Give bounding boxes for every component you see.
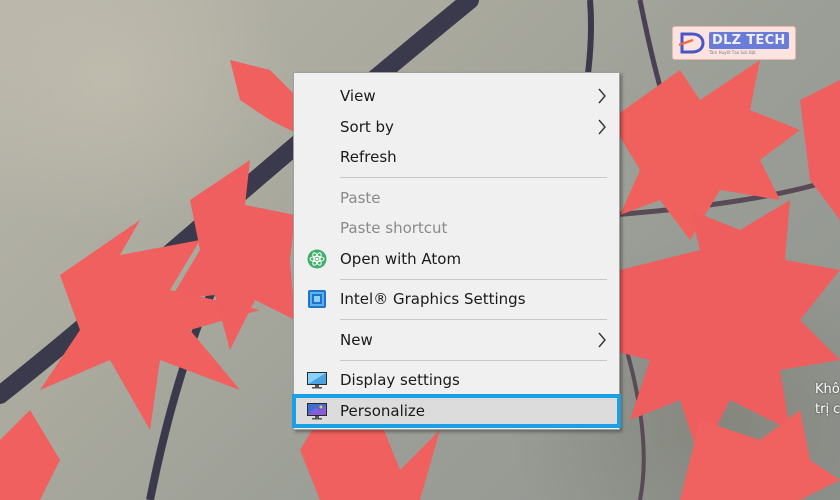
- desktop-background[interactable]: DLZ TECH Tâm Huyết Tạo Sức Bật Khô trị c…: [0, 0, 840, 500]
- dlz-tech-logo: DLZ TECH Tâm Huyết Tạo Sức Bật: [672, 26, 796, 60]
- menu-item-new[interactable]: New: [294, 325, 619, 356]
- menu-item-view[interactable]: View: [294, 81, 619, 112]
- chevron-right-icon: [598, 88, 606, 104]
- desktop-context-menu: View Sort by Refresh Paste Paste shortcu…: [292, 72, 621, 430]
- chevron-right-icon: [598, 119, 606, 134]
- atom-icon: [306, 249, 328, 269]
- menu-item-label: Intel® Graphics Settings: [340, 290, 526, 309]
- menu-item-paste-shortcut[interactable]: Paste shortcut: [294, 213, 619, 244]
- menu-item-label: New: [340, 330, 373, 349]
- side-text-line: trị c: [815, 402, 840, 417]
- menu-item-label: Display settings: [340, 371, 460, 390]
- menu-item-paste[interactable]: Paste: [294, 183, 619, 214]
- side-text-line: Khô: [815, 382, 840, 397]
- menu-item-personalize[interactable]: Personalize: [292, 393, 621, 428]
- menu-item-refresh[interactable]: Refresh: [294, 142, 619, 173]
- menu-item-sort-by[interactable]: Sort by: [294, 112, 619, 143]
- menu-item-label: Paste: [340, 188, 381, 207]
- menu-item-label: View: [340, 87, 376, 106]
- intel-graphics-icon: [306, 289, 328, 309]
- menu-separator: [340, 319, 607, 320]
- menu-item-label: Open with Atom: [340, 249, 462, 268]
- menu-item-label: Personalize: [340, 401, 426, 420]
- menu-item-label: Paste shortcut: [340, 219, 448, 238]
- menu-item-label: Refresh: [340, 148, 397, 167]
- menu-item-intel-graphics-settings[interactable]: Intel® Graphics Settings: [294, 284, 619, 315]
- cropped-side-text: Khô trị c: [815, 380, 840, 420]
- personalize-icon: [306, 401, 328, 421]
- display-icon: [306, 370, 328, 390]
- menu-separator: [340, 177, 607, 178]
- menu-separator: [340, 359, 607, 361]
- menu-item-open-with-atom[interactable]: Open with Atom: [294, 244, 619, 275]
- menu-separator: [340, 278, 607, 280]
- logo-name: DLZ TECH: [709, 31, 789, 49]
- chevron-right-icon: [598, 332, 606, 347]
- logo-mark-icon: [679, 32, 705, 54]
- menu-item-display-settings[interactable]: Display settings: [294, 365, 619, 396]
- logo-tagline: Tâm Huyết Tạo Sức Bật: [709, 49, 756, 55]
- menu-item-label: Sort by: [340, 117, 394, 136]
